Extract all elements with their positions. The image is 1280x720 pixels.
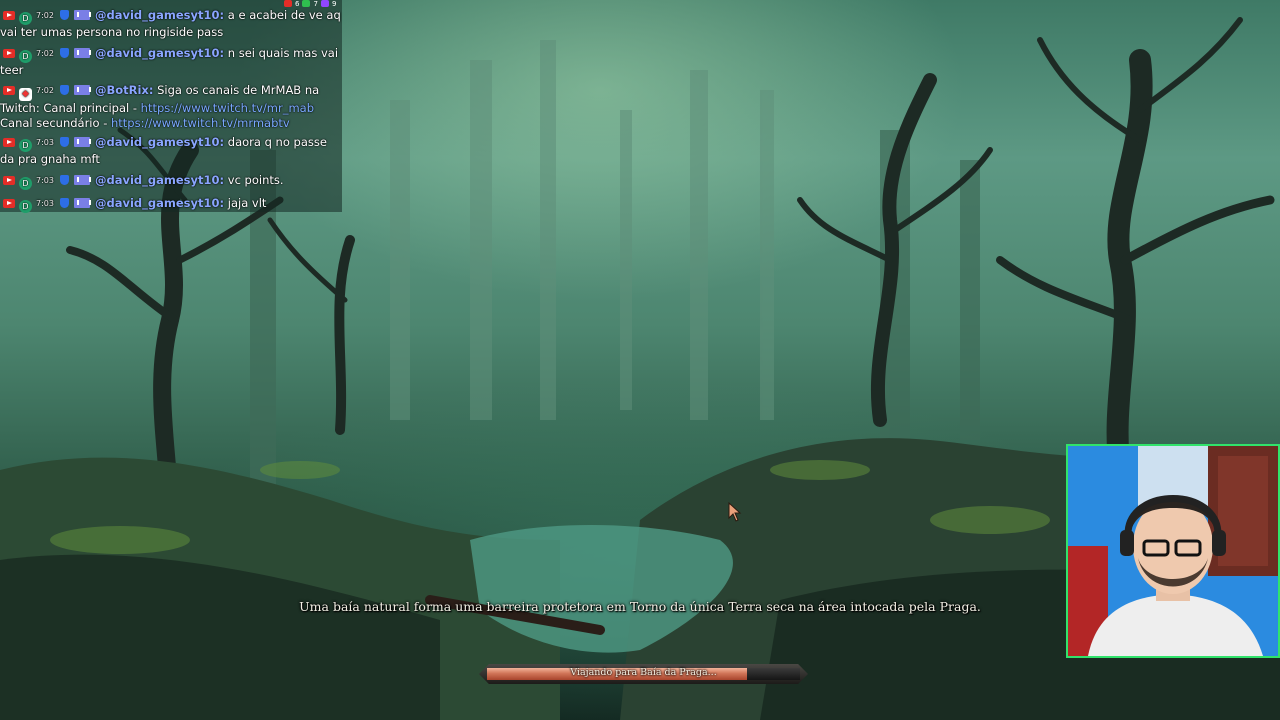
- message-time: 7:02: [36, 49, 54, 58]
- chat-username: @david_gamesyt10:: [94, 8, 225, 22]
- message-time: 7:03: [36, 199, 54, 208]
- youtube-icon: [3, 86, 15, 95]
- chat-username: @BotRix:: [94, 83, 154, 97]
- stream-chat-overlay: 6 7 9 D 7:02 @david_gamesyt10: a e acabei …: [0, 0, 342, 213]
- youtube-viewer-count: 6: [295, 0, 300, 8]
- avatar: D: [19, 12, 32, 25]
- youtube-icon: [3, 176, 15, 185]
- avatar: D: [19, 139, 32, 152]
- loading-bar: Viajando para Baía da Praga...: [479, 664, 808, 684]
- avatar: D: [19, 200, 32, 213]
- chat-platform-counters: 6 7 9: [284, 0, 336, 8]
- loading-bar-label: Viajando para Baía da Praga...: [570, 667, 717, 678]
- kick-viewer-count: 7: [313, 0, 318, 8]
- member-badge-icon: [73, 10, 91, 20]
- message-time: 7:03: [36, 176, 54, 185]
- moderator-shield-icon: [59, 85, 69, 95]
- youtube-icon: [3, 138, 15, 147]
- chat-message: D 7:03 @david_gamesyt10: daora q no passe …: [0, 135, 342, 167]
- member-badge-icon: [73, 175, 91, 185]
- chat-text: Canal secundário -: [0, 116, 111, 130]
- moderator-shield-icon: [59, 48, 69, 58]
- webcam-feed-image: [1068, 446, 1278, 656]
- chat-text: vc points.: [227, 173, 284, 187]
- twitch-link-main[interactable]: https://www.twitch.tv/mr_mab: [141, 101, 314, 115]
- chat-message: ◆ 7:02 @BotRix: Siga os canais de MrMAB na…: [0, 83, 342, 131]
- twitch-viewer-count: 9: [331, 0, 337, 8]
- member-badge-icon: [73, 198, 91, 208]
- kick-viewer-icon: [302, 0, 311, 7]
- moderator-shield-icon: [59, 10, 69, 20]
- chat-message: D 7:02 @david_gamesyt10: n sei quais mas v…: [0, 46, 342, 78]
- chat-username: @david_gamesyt10:: [94, 135, 225, 149]
- chat-username: @david_gamesyt10:: [94, 173, 225, 187]
- chat-message: D 7:03 @david_gamesyt10: jaja vlt: [0, 196, 342, 213]
- mouse-cursor-icon: [728, 502, 742, 522]
- youtube-icon: [3, 199, 15, 208]
- bot-avatar-icon: ◆: [19, 88, 32, 101]
- chat-message: D 7:03 @david_gamesyt10: vc points.: [0, 173, 342, 190]
- member-badge-icon: [73, 48, 91, 58]
- twitch-link-secondary[interactable]: https://www.twitch.tv/mrmabtv: [111, 116, 290, 130]
- streamer-webcam: [1066, 444, 1280, 658]
- chat-text: jaja vlt: [227, 196, 267, 210]
- avatar: D: [19, 177, 32, 190]
- chat-username: @david_gamesyt10:: [94, 46, 225, 60]
- avatar: D: [19, 50, 32, 63]
- moderator-shield-icon: [59, 175, 69, 185]
- twitch-viewer-icon: [320, 0, 329, 7]
- chat-username: @david_gamesyt10:: [94, 196, 225, 210]
- chat-message: D 7:02 @david_gamesyt10: a e acabei de ve …: [0, 8, 342, 40]
- youtube-icon: [3, 49, 15, 58]
- youtube-viewer-icon: [284, 0, 292, 7]
- youtube-icon: [3, 11, 15, 20]
- message-time: 7:02: [36, 86, 54, 95]
- moderator-shield-icon: [59, 137, 69, 147]
- moderator-shield-icon: [59, 198, 69, 208]
- message-time: 7:02: [36, 11, 54, 20]
- member-badge-icon: [73, 85, 91, 95]
- member-badge-icon: [73, 137, 91, 147]
- message-time: 7:03: [36, 138, 54, 147]
